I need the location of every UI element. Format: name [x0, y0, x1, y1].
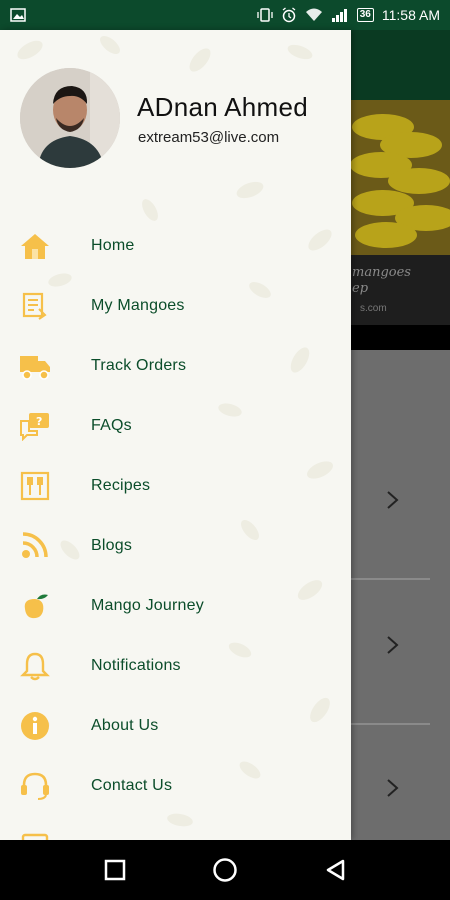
menu-item-track-orders[interactable]: Track Orders — [0, 336, 351, 396]
menu-item-about-us[interactable]: About Us — [0, 696, 351, 756]
wifi-icon — [305, 8, 323, 22]
avatar[interactable] — [20, 68, 120, 168]
faq-icon: ? — [18, 410, 52, 442]
alarm-icon — [281, 7, 297, 23]
mango-icon — [18, 590, 52, 622]
my-mangoes-icon — [18, 290, 52, 322]
menu-item-home[interactable]: Home — [0, 216, 351, 276]
home-button[interactable] — [205, 850, 245, 890]
circle-icon — [213, 858, 237, 882]
home-icon — [18, 230, 52, 262]
bell-icon — [18, 650, 52, 682]
vibrate-icon — [257, 7, 273, 23]
info-icon — [18, 710, 52, 742]
chevron-right-icon — [387, 636, 399, 654]
rss-icon — [18, 530, 52, 562]
recents-button[interactable] — [95, 850, 135, 890]
signal-icon — [331, 8, 349, 22]
menu-item-contact-us[interactable]: Contact Us — [0, 756, 351, 816]
menu-item-my-mangoes[interactable]: My Mangoes — [0, 276, 351, 336]
chevron-right-icon — [387, 491, 399, 509]
battery-level: 36 — [356, 8, 374, 22]
triangle-back-icon — [326, 859, 345, 881]
back-button[interactable] — [315, 850, 355, 890]
menu-item-blogs[interactable]: Blogs — [0, 516, 351, 576]
svg-text:?: ? — [36, 415, 42, 428]
gallery-notification-icon — [10, 8, 26, 22]
user-email: extream53@live.com — [138, 129, 280, 146]
navigation-drawer: ADnan Ahmed extream53@live.com Home My M… — [0, 30, 351, 840]
status-bar: 36 11:58 AM — [0, 0, 450, 30]
menu-item-recipes[interactable]: Recipes — [0, 456, 351, 516]
user-name: ADnan Ahmed — [137, 92, 308, 122]
system-navigation-bar — [0, 840, 450, 900]
delivery-truck-icon — [18, 350, 52, 382]
headset-icon — [18, 770, 52, 802]
partial-menu-icon — [18, 830, 52, 840]
chevron-right-icon — [387, 779, 399, 797]
drawer-menu: Home My Mangoes Track Orders ? FAQs Reci… — [0, 216, 351, 840]
menu-item-faqs[interactable]: ? FAQs — [0, 396, 351, 456]
menu-item-mango-journey[interactable]: Mango Journey — [0, 576, 351, 636]
drawer-header: ADnan Ahmed extream53@live.com — [0, 30, 351, 205]
clock: 11:58 AM — [381, 7, 440, 23]
menu-item-notifications[interactable]: Notifications — [0, 636, 351, 696]
menu-item-partial[interactable] — [0, 816, 351, 840]
recipes-icon — [18, 470, 52, 502]
square-icon — [104, 859, 126, 881]
